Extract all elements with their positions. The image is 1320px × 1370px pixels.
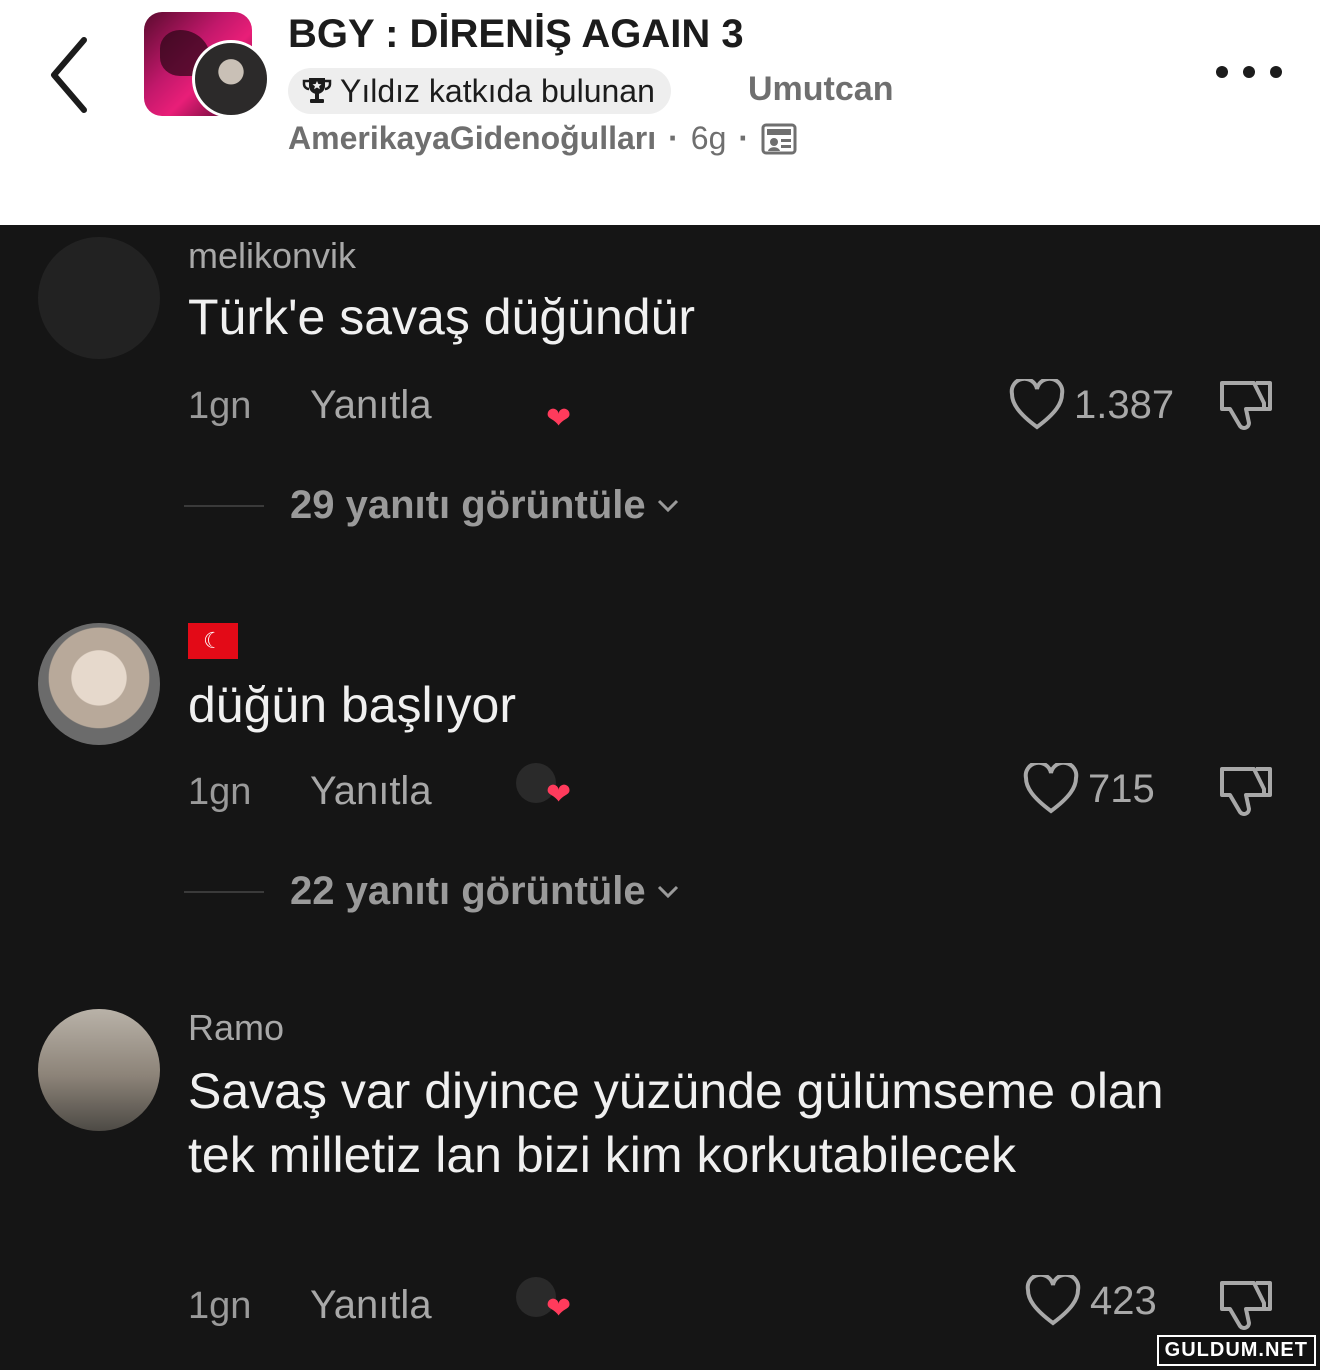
like-count: 423 <box>1090 1278 1157 1323</box>
dot-icon <box>1270 66 1282 78</box>
like-button: 423 <box>1024 1275 1157 1327</box>
creator-liked-indicator: ❤ <box>516 763 576 811</box>
turkish-flag-icon: ☾ <box>188 623 238 659</box>
like-count: 1.387 <box>1074 382 1175 427</box>
creator-liked-indicator: ❤ <box>516 387 576 435</box>
trophy-icon <box>302 78 332 103</box>
post-header: BGY : DİRENİŞ AGAIN 3 Yıldız katkıda bul… <box>0 0 1320 225</box>
comment-age: 1gn <box>188 771 252 813</box>
author-meta: AmerikayaGidenoğulları · 6g · <box>288 120 797 157</box>
like-button: 1.387 <box>1008 379 1174 431</box>
heart-outline-icon <box>1023 763 1079 814</box>
comment-username: Ramo <box>188 1007 285 1048</box>
replies-divider <box>184 505 264 507</box>
comment-avatar <box>38 237 160 359</box>
badge-label: Yıldız katkıda bulunan <box>340 72 655 109</box>
chevron-down-icon <box>657 499 678 512</box>
dot-icon <box>1216 66 1228 78</box>
comment-username: melikonvik <box>188 235 357 276</box>
comment-age: 1gn <box>188 1285 252 1327</box>
more-options-button[interactable] <box>1216 52 1282 92</box>
dislike-icon <box>1220 767 1272 816</box>
view-replies-label: 22 yanıtı görüntüle <box>290 869 646 913</box>
replies-divider <box>184 891 264 893</box>
reply-button: Yanıtla <box>310 1283 432 1327</box>
view-replies-label: 29 yanıtı görüntüle <box>290 483 646 527</box>
creator-liked-indicator: ❤ <box>516 1277 576 1325</box>
comment-avatar <box>38 1009 160 1131</box>
dislike-icon <box>1220 381 1272 430</box>
heart-icon: ❤ <box>546 402 572 435</box>
reply-button: Yanıtla <box>310 383 432 427</box>
back-chevron-icon[interactable] <box>40 30 100 120</box>
dislike-icon <box>1220 1281 1272 1330</box>
post-age: 6g <box>690 120 727 156</box>
comment-age: 1gn <box>188 385 252 427</box>
comment-text: düğün başlıyor <box>188 677 517 733</box>
post-image[interactable]: melikonvik Türk'e savaş düğündür 1gn Yan… <box>0 225 1320 1370</box>
dot-icon <box>1243 66 1255 78</box>
author-username-cont[interactable]: AmerikayaGidenoğulları <box>288 120 656 157</box>
like-button: 715 <box>1022 763 1155 815</box>
comment-avatar <box>38 623 160 745</box>
comment-text: Savaş var diyince yüzünde gülümseme olan… <box>188 1063 1164 1183</box>
author-avatar[interactable] <box>192 40 270 118</box>
reply-button: Yanıtla <box>310 769 432 813</box>
image-post-icon <box>761 123 797 154</box>
meta-separator-2: · <box>738 120 750 156</box>
contributor-badge[interactable]: Yıldız katkıda bulunan <box>288 68 671 114</box>
author-username[interactable]: Umutcan <box>748 70 893 109</box>
heart-outline-icon <box>1025 1275 1081 1326</box>
chevron-down-icon <box>657 885 678 898</box>
heart-outline-icon <box>1009 379 1065 430</box>
watermark: GULDUM.NET <box>1156 1335 1316 1366</box>
heart-icon: ❤ <box>546 1292 572 1325</box>
view-replies-button: 22 yanıtı görüntüle <box>290 869 680 914</box>
like-count: 715 <box>1088 766 1155 811</box>
comment-text: Türk'e savaş düğündür <box>188 289 696 345</box>
heart-icon: ❤ <box>546 778 572 811</box>
community-title[interactable]: BGY : DİRENİŞ AGAIN 3 <box>288 12 744 57</box>
flag-glyph: ☾ <box>203 628 223 653</box>
view-replies-button: 29 yanıtı görüntüle <box>290 483 680 528</box>
meta-separator: · <box>668 120 679 156</box>
